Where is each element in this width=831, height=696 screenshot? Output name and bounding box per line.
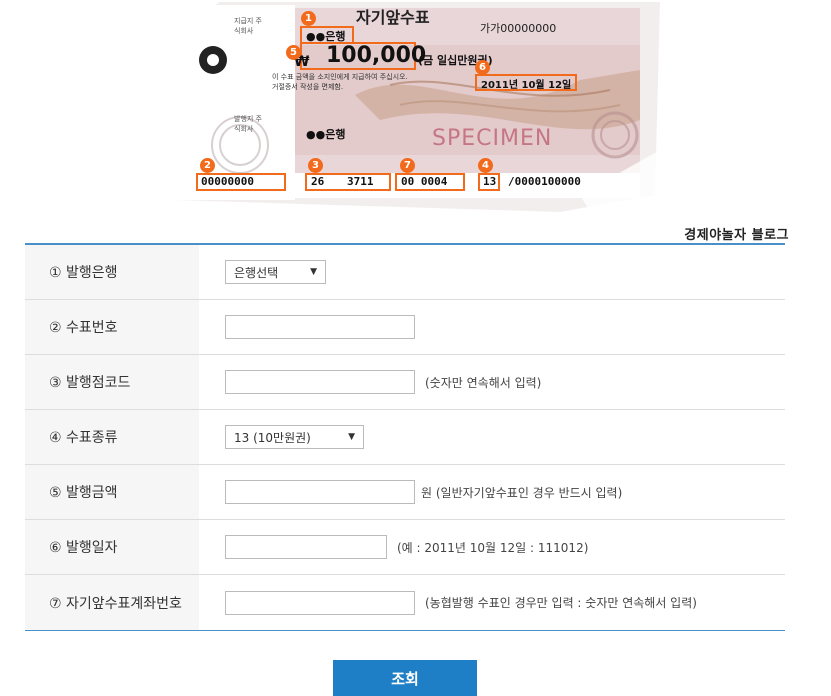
label-issuing-bank: ① 발행은행	[25, 245, 199, 299]
account-number-hint: (농협발행 수표인 경우만 입력 : 숫자만 연속해서 입력)	[425, 596, 697, 610]
issue-date-hint: (예 : 2011년 10월 12일 : 111012)	[397, 540, 589, 555]
marker-4: 4	[478, 158, 493, 173]
marker-6: 6	[475, 60, 490, 75]
check-account-no: 00000000	[201, 175, 254, 188]
chevron-down-icon: ▼	[310, 267, 317, 277]
check-title: 자기앞수표	[356, 8, 430, 27]
marker-5: 5	[286, 45, 301, 60]
chevron-down-icon: ▼	[348, 432, 355, 442]
marker-box-4: 13	[478, 173, 500, 191]
label-check-number: ② 수표번호	[25, 300, 199, 354]
check-micr-end: /0000100000	[508, 175, 581, 188]
check-issue-date: 2011년 10월 12일	[481, 80, 572, 91]
issue-date-input[interactable]	[225, 535, 387, 559]
form-row-check-number: ② 수표번호	[25, 300, 785, 355]
check-type-select-value: 13 (10만원권)	[234, 430, 311, 445]
check-branch-code: 26	[311, 175, 325, 188]
check-type-code: 13	[483, 175, 497, 188]
marker-box-7: 00 0004	[395, 173, 465, 191]
form-row-issuing-bank: ① 발행은행 은행선택 ▼	[25, 245, 785, 300]
check-micr-right: 00 0004	[401, 175, 448, 188]
check-micr-middle: 3711	[347, 175, 374, 188]
marker-3: 3	[308, 158, 323, 173]
payer-label: 발행지 주식회사	[234, 115, 262, 133]
label-amount: ⑤ 발행금액	[25, 465, 199, 519]
marker-box-2: 00000000	[196, 173, 286, 191]
check-image: 자기앞수표 가가00000000 지급지 주식회사 발행지 주식회사 ●●은행 …	[160, 0, 660, 215]
check-type-select[interactable]: 13 (10만원권) ▼	[225, 425, 364, 449]
label-branch-code: ③ 발행점코드	[25, 355, 199, 409]
issuing-bank-select[interactable]: 은행선택 ▼	[225, 260, 326, 284]
check-amount: 100,000	[326, 43, 427, 68]
check-number-input[interactable]	[225, 315, 415, 339]
marker-1: 1	[301, 11, 316, 26]
form-row-account-number: ⑦ 자기앞수표계좌번호 (농협발행 수표인 경우만 입력 : 숫자만 연속해서 …	[25, 575, 785, 630]
bottom-bank: ●●은행	[306, 128, 346, 141]
check-serial: 가가00000000	[480, 22, 557, 35]
label-issue-date: ⑥ 발행일자	[25, 520, 199, 574]
issuer-label: 지급지 주식회사	[234, 17, 262, 35]
marker-7: 7	[400, 158, 415, 173]
form-row-issue-date: ⑥ 발행일자 (예 : 2011년 10월 12일 : 111012)	[25, 520, 785, 575]
form-row-amount: ⑤ 발행금액 원 (일반자기앞수표인 경우 반드시 입력)	[25, 465, 785, 520]
check-inquiry-form: ① 발행은행 은행선택 ▼ ② 수표번호 ③ 발행점코드 (숫자만 연속해서 입…	[25, 243, 785, 631]
blog-label: 경제야놀자 블로그	[684, 228, 789, 243]
form-row-check-type: ④ 수표종류 13 (10만원권) ▼	[25, 410, 785, 465]
branch-code-input[interactable]	[225, 370, 415, 394]
issuing-bank-select-value: 은행선택	[234, 265, 279, 280]
marker-box-5: 100,000	[300, 42, 426, 70]
specimen-watermark: SPECIMEN	[432, 126, 553, 151]
submit-button[interactable]: 조회	[333, 660, 477, 696]
notice-line-1: 이 수표 금액을 소지인에게 지급하여 주십시오.	[272, 73, 408, 81]
amount-hint: 원 (일반자기앞수표인 경우 반드시 입력)	[421, 485, 623, 500]
branch-code-hint: (숫자만 연속해서 입력)	[425, 375, 542, 390]
account-number-input[interactable]	[225, 590, 415, 615]
label-account-number: ⑦ 자기앞수표계좌번호	[25, 575, 199, 630]
marker-box-6: 2011년 10월 12일	[475, 74, 577, 91]
marker-2: 2	[200, 158, 215, 173]
marker-box-3: 26 3711	[305, 173, 391, 191]
notice-line-2: 거절증서 작성을 면제함.	[272, 83, 344, 91]
form-row-branch-code: ③ 발행점코드 (숫자만 연속해서 입력)	[25, 355, 785, 410]
amount-input[interactable]	[225, 480, 415, 504]
label-check-type: ④ 수표종류	[25, 410, 199, 464]
